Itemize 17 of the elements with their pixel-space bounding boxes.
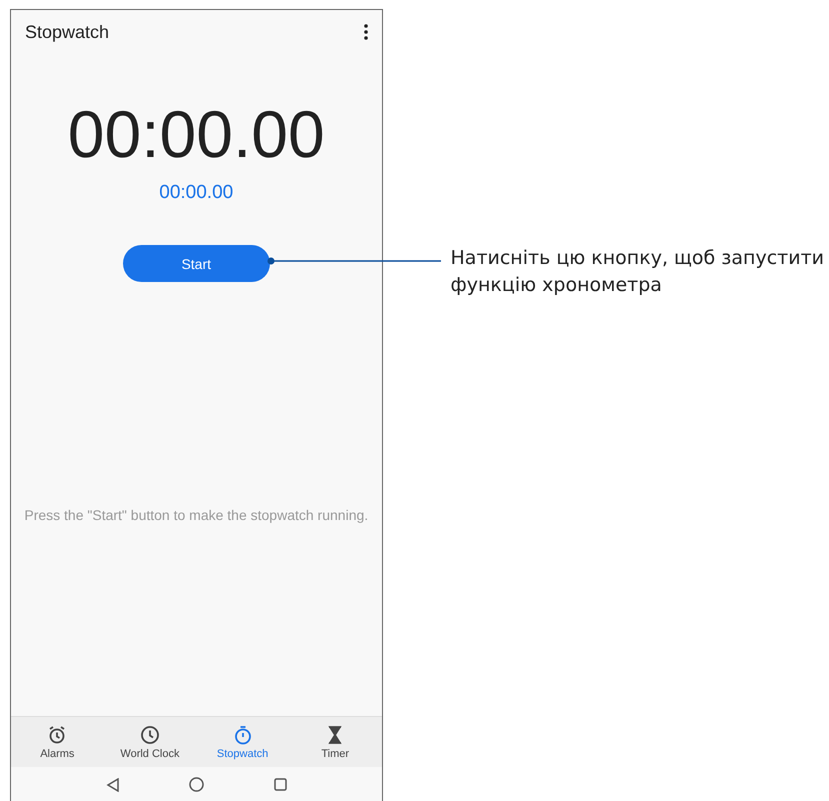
tab[interactable]: Alarms [11,717,104,767]
lap-time: 00:00.00 [159,182,234,204]
app-title: Stopwatch [25,22,110,42]
recent-apps-icon[interactable] [274,778,287,791]
home-icon[interactable] [189,777,204,792]
tab[interactable]: Stopwatch [196,717,289,767]
elapsed-time: 00:00.00 [68,96,325,173]
back-icon[interactable] [106,778,120,792]
callout-text: Натисніть цю кнопку, щоб запустити функцію хронометра [450,246,825,298]
hint-text: Press the "Start" button to make the stopwatch running. [24,507,368,523]
start-button[interactable]: Start [122,245,270,282]
tab[interactable]: World Clock [104,717,196,767]
alarm-clock-icon [47,724,68,744]
more-options-icon[interactable] [364,24,368,40]
clock-icon [140,724,160,744]
stopwatch-icon [232,724,253,744]
tab[interactable]: Timer [288,717,382,767]
